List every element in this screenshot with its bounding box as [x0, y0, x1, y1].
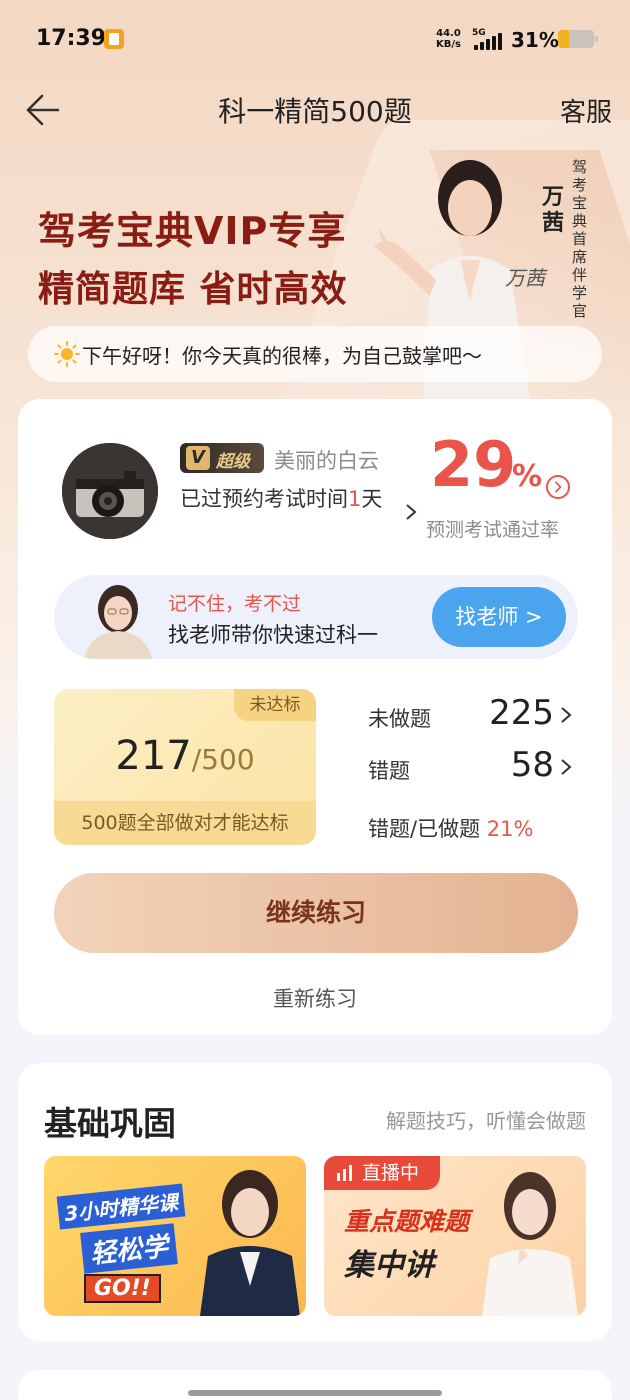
- course-card-essentials[interactable]: 3小时精华课 轻松学 GO!!: [44, 1156, 306, 1316]
- network-speed-unit: KB/s: [436, 39, 461, 50]
- presenter-title: 驾考宝典首席伴学官: [572, 158, 588, 320]
- battery-icon: [558, 30, 598, 48]
- banner-subheadline: 精简题库 省时高效: [38, 269, 348, 310]
- go-badge: GO!!: [84, 1274, 161, 1303]
- pass-rate-value: 29: [430, 428, 517, 501]
- signal-icon: 5G: [472, 28, 506, 50]
- progress-total: /500: [191, 743, 255, 776]
- restart-practice-link[interactable]: 重新练习: [18, 983, 612, 1013]
- instructor-photo: [482, 1172, 578, 1316]
- chevron-right-icon[interactable]: [560, 706, 572, 724]
- live-label: 直播中: [362, 1162, 420, 1184]
- error-ratio-label: 错题/已做题: [368, 817, 481, 841]
- vip-badge: V 超级: [180, 443, 264, 473]
- course-card-live[interactable]: 直播中 重点题难题 集中讲: [324, 1156, 586, 1316]
- wrong-label[interactable]: 错题: [368, 755, 410, 785]
- practice-card: V 超级 美丽的白云 已过预约考试时间1天 29 % 预测考试通过率 记不住，考…: [18, 399, 612, 1035]
- course-title-line2: 轻松学: [80, 1223, 178, 1274]
- undone-value[interactable]: 225: [489, 693, 554, 733]
- network-speed: 44.0 KB/s: [436, 28, 461, 50]
- network-speed-value: 44.0: [436, 28, 461, 39]
- section-title: 基础巩固: [44, 1104, 176, 1143]
- exam-days: 1: [348, 487, 362, 511]
- avatar[interactable]: [62, 443, 158, 539]
- exam-time-prefix: 已过预约考试时间: [180, 487, 348, 511]
- progress-note: 500题全部做对才能达标: [54, 801, 316, 845]
- undone-label[interactable]: 未做题: [368, 703, 431, 733]
- status-badge: 未达标: [234, 689, 316, 721]
- greeting-banner: 下午好呀！你今天真的很棒，为自己鼓掌吧～: [28, 326, 602, 382]
- pass-rate-unit: %: [512, 459, 543, 494]
- course-title-line1: 3小时精华课: [56, 1183, 186, 1230]
- presenter-name: 万茜: [542, 185, 565, 236]
- wrong-value[interactable]: 58: [511, 745, 554, 785]
- section-subtitle[interactable]: 解题技巧，听懂会做题: [386, 1105, 586, 1134]
- username: 美丽的白云: [274, 449, 379, 473]
- home-indicator[interactable]: [188, 1390, 442, 1396]
- page-title: 科一精简500题: [218, 95, 412, 128]
- teacher-photo: [84, 585, 152, 659]
- exam-time-suffix: 天: [361, 487, 383, 511]
- sim-icon: [104, 29, 124, 49]
- teacher-subtitle: 记不住，考不过: [168, 593, 302, 615]
- course-title-line1: 重点题难题: [344, 1207, 470, 1236]
- live-badge: 直播中: [324, 1156, 440, 1190]
- course-title-line2: 集中讲: [344, 1248, 434, 1283]
- sun-icon: [54, 341, 80, 367]
- customer-service-button[interactable]: 客服: [560, 92, 612, 129]
- error-ratio: 错题/已做题 21%: [368, 813, 533, 843]
- status-bar: 17:39 44.0 KB/s 5G 31%: [0, 0, 630, 80]
- presenter-signature: 万茜: [505, 266, 545, 290]
- live-bars-icon: [337, 1165, 352, 1181]
- instructor-photo: [200, 1170, 300, 1316]
- greeting-text: 下午好呀！你今天真的很棒，为自己鼓掌吧～: [82, 344, 482, 368]
- continue-practice-button[interactable]: 继续练习: [54, 873, 578, 953]
- chevron-right-icon[interactable]: [560, 758, 572, 776]
- vip-label: 超级: [216, 452, 250, 472]
- progress-done: 217: [115, 733, 192, 779]
- error-ratio-value: 21%: [486, 817, 534, 841]
- find-teacher-button[interactable]: 找老师 >: [432, 587, 566, 647]
- progress-count: 217/500: [54, 733, 316, 779]
- vip-icon: V: [186, 446, 210, 470]
- progress-box: 未达标 217/500 500题全部做对才能达标: [54, 689, 316, 845]
- network-type: 5G: [472, 28, 486, 38]
- pass-rate-label: 预测考试通过率: [426, 519, 560, 541]
- banner-headline: 驾考宝典VIP专享: [38, 209, 347, 253]
- exam-time-status[interactable]: 已过预约考试时间1天: [180, 485, 394, 513]
- find-teacher-banner[interactable]: 记不住，考不过 找老师带你快速过科一 找老师 >: [54, 575, 578, 659]
- teacher-text: 找老师带你快速过科一: [168, 623, 378, 647]
- basic-consolidation-card: 基础巩固 解题技巧，听懂会做题 3小时精华课 轻松学 GO!! 直播中 重点题难…: [18, 1063, 612, 1341]
- chevron-right-icon[interactable]: [404, 503, 418, 521]
- battery-level: 31%: [511, 28, 559, 52]
- status-time: 17:39: [36, 26, 107, 51]
- chevron-right-circle-icon[interactable]: [546, 475, 570, 499]
